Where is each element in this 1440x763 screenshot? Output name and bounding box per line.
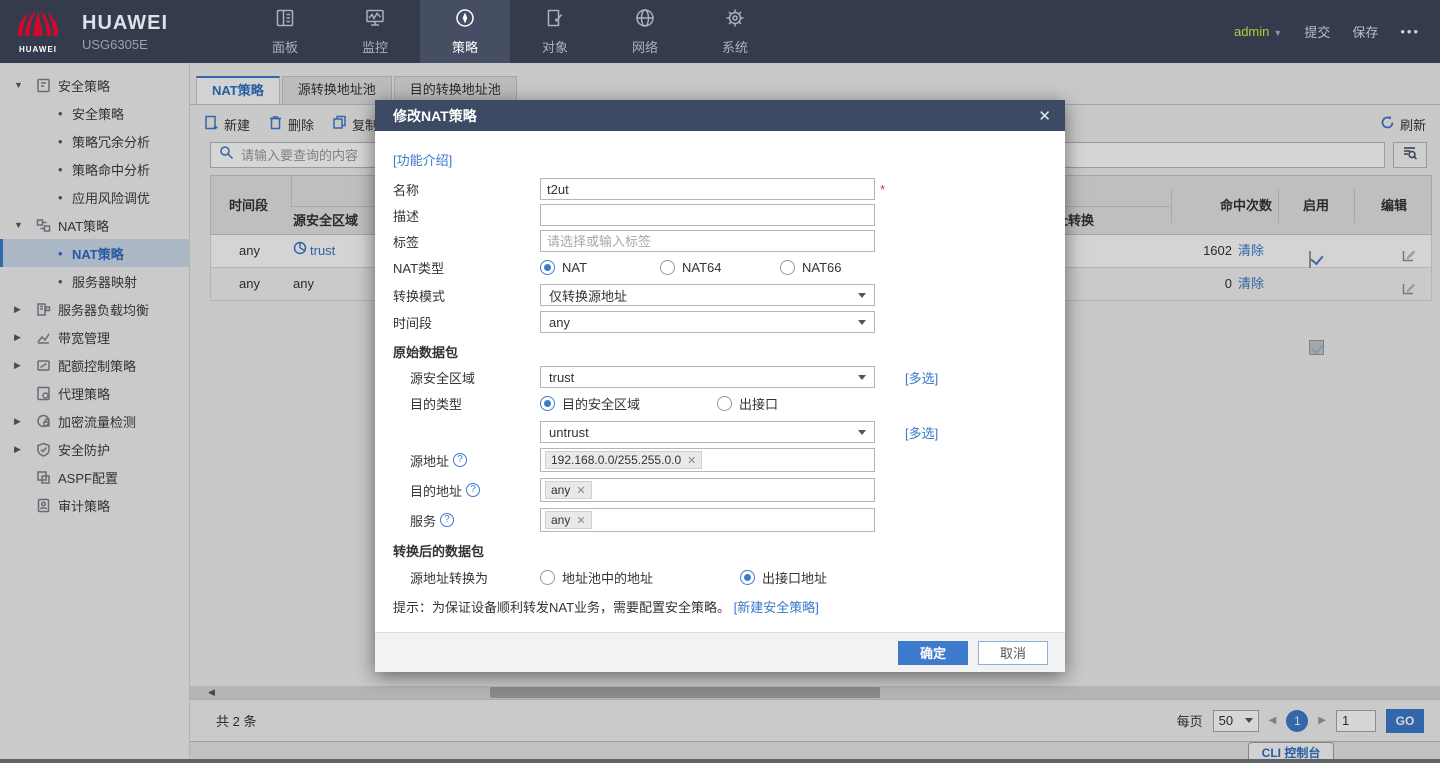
dialog-body: [功能介绍] 名称 * 描述 标签 NAT类型 NAT NAT64 NAT66	[375, 131, 1065, 632]
src-translate-label: 源地址转换为	[393, 568, 540, 587]
chevron-down-icon	[858, 375, 866, 380]
service-label: 服务?	[393, 511, 540, 530]
address-token: 192.168.0.0/255.255.0.0✕	[545, 451, 702, 469]
radio-nat64[interactable]: NAT64	[660, 260, 780, 275]
nav-system[interactable]: 系统	[690, 0, 780, 63]
help-icon[interactable]: ?	[440, 513, 454, 527]
service-input[interactable]: any✕	[540, 508, 875, 532]
radio-out-interface-address[interactable]: 出接口地址	[740, 568, 827, 587]
src-zone-select[interactable]: trust	[540, 366, 875, 388]
brand-model: USG6305E	[82, 37, 168, 52]
main-menu: 面板 监控 策略 对象 网络 系统	[240, 0, 780, 63]
radio-dst-zone[interactable]: 目的安全区域	[540, 394, 717, 413]
feature-intro-link[interactable]: [功能介绍]	[393, 150, 452, 169]
nat-type-label: NAT类型	[393, 258, 540, 277]
dashboard-icon	[274, 7, 296, 34]
user-menu[interactable]: admin▼	[1234, 24, 1282, 39]
dialog-title: 修改NAT策略	[393, 106, 477, 126]
nav-monitor[interactable]: 监控	[330, 0, 420, 63]
chevron-down-icon	[858, 320, 866, 325]
brand: HUAWEI HUAWEI USG6305E	[0, 9, 210, 54]
service-token: any✕	[545, 511, 592, 529]
system-gear-icon	[724, 7, 746, 34]
radio-off-icon	[540, 570, 555, 585]
cancel-button[interactable]: 取消	[978, 641, 1048, 665]
huawei-logo-icon: HUAWEI	[12, 9, 64, 54]
dst-zone-multi-select-link[interactable]: [多选]	[905, 423, 938, 442]
translate-mode-label: 转换模式	[393, 286, 540, 305]
chevron-down-icon	[858, 430, 866, 435]
name-label: 名称	[393, 180, 540, 199]
dst-zone-select[interactable]: untrust	[540, 421, 875, 443]
radio-address-pool[interactable]: 地址池中的地址	[540, 568, 740, 587]
address-token: any✕	[545, 481, 592, 499]
required-asterisk: *	[880, 182, 885, 197]
src-zone-multi-select-link[interactable]: [多选]	[905, 368, 938, 387]
more-menu-icon[interactable]: •••	[1400, 24, 1420, 39]
submit-button[interactable]: 提交	[1304, 22, 1330, 41]
tag-label: 标签	[393, 232, 540, 251]
network-globe-icon	[634, 7, 656, 34]
ok-button[interactable]: 确定	[898, 641, 968, 665]
monitor-icon	[364, 7, 386, 34]
dst-address-input[interactable]: any✕	[540, 478, 875, 502]
src-address-label: 源地址?	[393, 451, 540, 470]
section-translated-packet: 转换后的数据包	[393, 541, 1065, 560]
src-address-input[interactable]: 192.168.0.0/255.255.0.0✕	[540, 448, 875, 472]
translate-mode-select[interactable]: 仅转换源地址	[540, 284, 875, 306]
modify-nat-policy-dialog: 修改NAT策略 ✕ [功能介绍] 名称 * 描述 标签 NAT类型 NAT NA…	[375, 100, 1065, 672]
radio-off-icon	[717, 396, 732, 411]
firewall-web-ui: HUAWEI HUAWEI USG6305E 面板 监控 策略 对象	[0, 0, 1440, 763]
brand-name: HUAWEI	[82, 12, 168, 35]
src-zone-label: 源安全区域	[393, 368, 540, 387]
nav-policy[interactable]: 策略	[420, 0, 510, 63]
time-range-select[interactable]: any	[540, 311, 875, 333]
description-input[interactable]	[540, 204, 875, 226]
remove-token-icon[interactable]: ✕	[576, 484, 585, 497]
dst-address-label: 目的地址?	[393, 481, 540, 500]
nav-object[interactable]: 对象	[510, 0, 600, 63]
radio-on-icon	[540, 396, 555, 411]
create-security-policy-link[interactable]: [新建安全策略]	[734, 600, 819, 615]
help-icon[interactable]: ?	[466, 483, 480, 497]
policy-compass-icon	[454, 7, 476, 34]
radio-off-icon	[780, 260, 795, 275]
object-icon	[544, 7, 566, 34]
chevron-down-icon: ▼	[1273, 28, 1282, 38]
nav-network[interactable]: 网络	[600, 0, 690, 63]
nav-dashboard[interactable]: 面板	[240, 0, 330, 63]
dialog-header: 修改NAT策略 ✕	[375, 100, 1065, 131]
help-icon[interactable]: ?	[453, 453, 467, 467]
time-range-label: 时间段	[393, 313, 540, 332]
radio-on-icon	[740, 570, 755, 585]
radio-on-icon	[540, 260, 555, 275]
logo-wordmark: HUAWEI	[12, 45, 64, 54]
section-original-packet: 原始数据包	[393, 342, 1065, 361]
radio-nat[interactable]: NAT	[540, 260, 660, 275]
radio-out-interface[interactable]: 出接口	[717, 394, 778, 413]
hint-text: 提示：为保证设备顺利转发NAT业务，需要配置安全策略。 [新建安全策略]	[393, 597, 1065, 616]
close-icon[interactable]: ✕	[1038, 107, 1051, 125]
remove-token-icon[interactable]: ✕	[576, 514, 585, 527]
chevron-down-icon	[858, 293, 866, 298]
radio-nat66[interactable]: NAT66	[780, 260, 842, 275]
description-label: 描述	[393, 206, 540, 225]
remove-token-icon[interactable]: ✕	[687, 454, 696, 467]
top-nav: HUAWEI HUAWEI USG6305E 面板 监控 策略 对象	[0, 0, 1440, 63]
name-input[interactable]	[540, 178, 875, 200]
radio-off-icon	[660, 260, 675, 275]
save-button[interactable]: 保存	[1352, 22, 1378, 41]
dst-type-label: 目的类型	[393, 394, 540, 413]
tag-input[interactable]	[540, 230, 875, 252]
dialog-footer: 确定 取消	[375, 632, 1065, 672]
